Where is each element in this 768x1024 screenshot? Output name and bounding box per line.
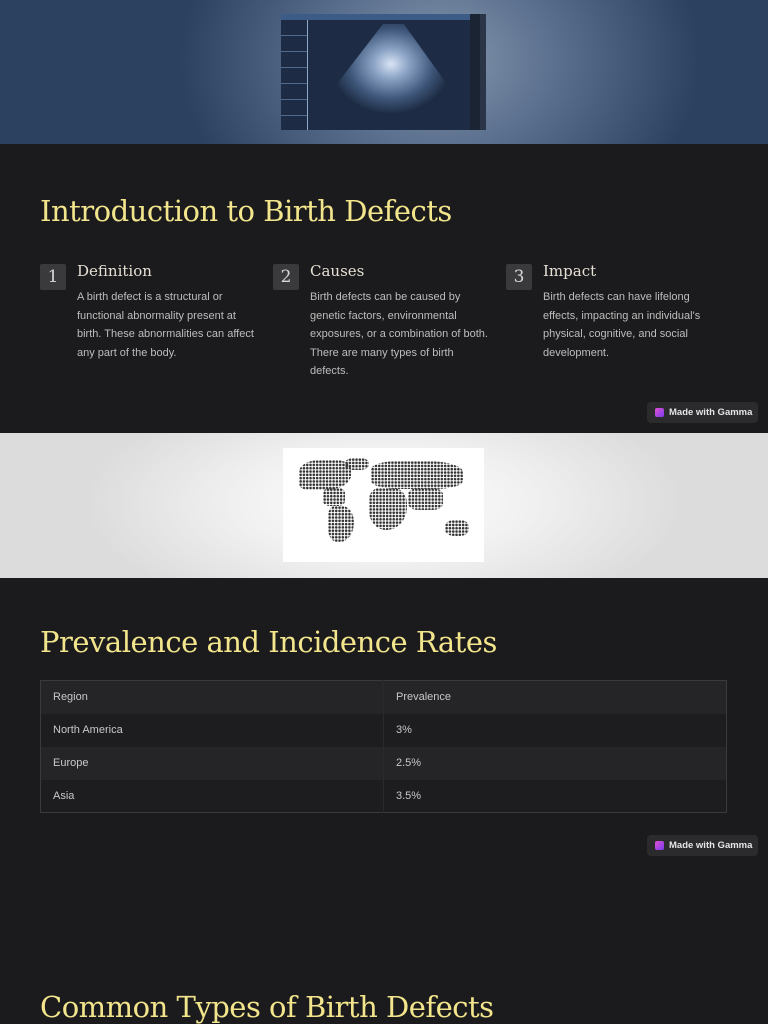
prevalence-cell: 2.5% <box>383 746 727 780</box>
item-heading: Causes <box>310 262 365 280</box>
number-badge: 2 <box>273 264 299 290</box>
prevalence-table: Region Prevalence North America 3% Europ… <box>40 680 727 813</box>
gamma-logo-icon <box>655 841 664 850</box>
ultrasound-scan-image <box>281 14 486 130</box>
table-row: Europe 2.5% <box>40 746 727 780</box>
table-row: North America 3% <box>40 713 727 747</box>
column-header: Prevalence <box>383 680 727 714</box>
gamma-logo-icon <box>655 408 664 417</box>
column-header: Region <box>40 680 384 714</box>
item-heading: Impact <box>543 262 597 280</box>
table-row: Asia 3.5% <box>40 779 727 813</box>
dotted-world-map-image <box>283 448 484 562</box>
region-cell: North America <box>40 713 384 747</box>
prevalence-cell: 3% <box>383 713 727 747</box>
page-title: Introduction to Birth Defects <box>40 194 452 228</box>
section-title: Prevalence and Incidence Rates <box>40 625 497 659</box>
region-cell: Europe <box>40 746 384 780</box>
ultrasound-hero-image <box>0 0 768 144</box>
item-heading: Definition <box>77 262 152 280</box>
section-title: Common Types of Birth Defects <box>40 990 494 1024</box>
made-with-gamma-button[interactable]: Made with Gamma <box>647 835 758 856</box>
badge-label: Made with Gamma <box>669 407 753 418</box>
item-text: A birth defect is a structural or functi… <box>77 291 254 359</box>
region-cell: Asia <box>40 779 384 813</box>
made-with-gamma-button[interactable]: Made with Gamma <box>647 402 758 423</box>
item-text: Birth defects can be caused by genetic f… <box>310 291 488 377</box>
badge-label: Made with Gamma <box>669 840 753 851</box>
number-badge: 1 <box>40 264 66 290</box>
number-badge: 3 <box>506 264 532 290</box>
prevalence-cell: 3.5% <box>383 779 727 813</box>
item-text: Birth defects can have lifelong effects,… <box>543 291 701 359</box>
table-header-row: Region Prevalence <box>40 680 727 714</box>
